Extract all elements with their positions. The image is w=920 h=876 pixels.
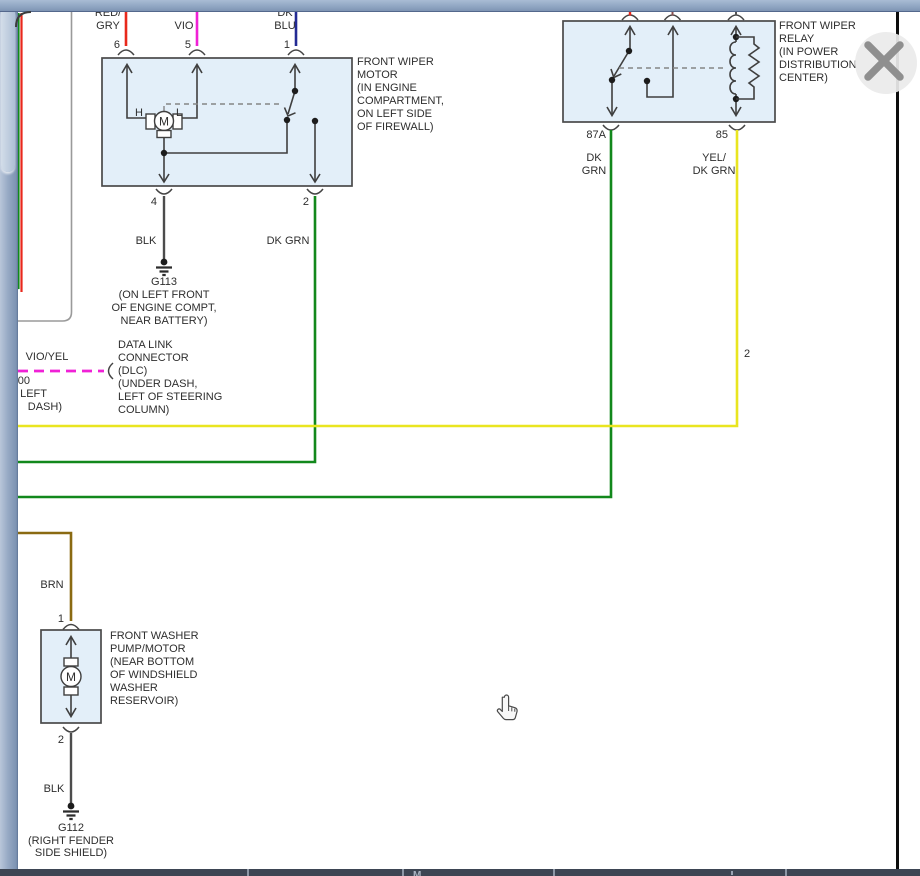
tab-divider [402,869,404,876]
wiring-schematic: RED/ GRY VIO DK BLU 6 5 1 [0,0,920,876]
clipped-tab-label: M [413,871,421,876]
wire-label-vio-yel: VIO/YEL [26,351,69,363]
pin-connector-arc [63,625,79,630]
ground-id-g113: G113 [151,276,177,288]
svg-text:(DLC): (DLC) [118,365,147,377]
wire-brn [18,533,71,621]
wiper-relay-name: FRONT WIPER RELAY (IN POWER DISTRIBUTION… [779,20,857,84]
pin-2-label-yellow-wire: 2 [744,348,750,360]
high-speed-label: H [135,107,143,119]
wire-label-dk-grn: DK GRN [267,235,310,247]
pin-4-label: 4 [151,196,157,208]
ground-location: (RIGHT FENDER [28,835,114,847]
ground-id-g112: G112 [58,822,84,834]
offscreen-component-box [15,12,72,321]
front-washer-pump: BRN 1 M FRONT WASHER PUMP/MOTOR (NEAR BO… [18,533,199,859]
ground-symbol-g113 [156,259,172,275]
pin-87a-label: 87A [586,129,606,141]
junction-dot [161,150,167,156]
svg-text:MOTOR: MOTOR [357,69,398,81]
wiring-diagram-viewer: RED/ GRY VIO DK BLU 6 5 1 [0,0,920,876]
wire-label-blk: BLK [136,235,157,247]
low-speed-label: L [176,107,182,119]
wire-label-dk-grn-1: DK [586,152,602,164]
wiper-relay-box [563,21,775,122]
svg-text:(UNDER DASH,: (UNDER DASH, [118,378,197,390]
wire-label-brn: BRN [40,579,63,591]
pin-1-label: 1 [58,613,64,625]
bottom-tab-bar[interactable]: M [0,869,920,876]
wire-label-yel-2: DK GRN [693,165,736,177]
svg-text:DATA LINK: DATA LINK [118,339,173,351]
relay-contact-dot [644,78,650,84]
svg-text:RELAY: RELAY [779,33,815,45]
pin-connector-arcs [156,189,323,194]
switch-contact-dot [312,118,318,124]
wire-label-dk-blu-2: BLU [274,20,295,32]
pin-2-label: 2 [58,734,64,746]
pin-5-label: 5 [185,39,191,51]
pin-6-label: 6 [114,39,120,51]
svg-text:OF WINDSHIELD: OF WINDSHIELD [110,669,197,681]
ground-symbol-g112 [63,803,79,819]
svg-text:(IN ENGINE: (IN ENGINE [357,82,417,94]
left-scrollbar-track[interactable] [0,12,18,869]
svg-text:(NEAR BOTTOM: (NEAR BOTTOM [110,656,194,668]
svg-text:LEFT OF STEERING: LEFT OF STEERING [118,391,222,403]
relay-contact-dot [626,48,632,54]
relay-contact-dot [609,77,615,83]
scrollbar-thumb[interactable] [1,12,15,172]
motor-letter: M [159,115,169,129]
tab-divider [247,869,249,876]
wire-label-red-gry-2: GRY [96,20,120,32]
switch-contact-dot [284,117,290,123]
data-link-connector: VIO/YEL DATA LINK CONNECTOR (DLC) (UNDER… [8,339,222,416]
tab-divider [785,869,787,876]
ground-location: SIDE SHIELD) [35,847,107,859]
connector-arc [109,363,114,379]
ground-location: OF ENGINE COMPT, [111,302,216,314]
pin-connector-arc [63,727,79,732]
svg-text:PUMP/MOTOR: PUMP/MOTOR [110,643,186,655]
wire-label-yel-1: YEL/ [702,152,727,164]
svg-text:CENTER): CENTER) [779,72,828,84]
svg-text:FRONT WASHER: FRONT WASHER [110,630,199,642]
wire-label-vio: VIO [175,20,194,32]
pin-2-label: 2 [303,196,309,208]
svg-text:RESERVOIR): RESERVOIR) [110,695,178,707]
close-button[interactable] [855,32,917,94]
svg-text:OF FIREWALL): OF FIREWALL) [357,121,434,133]
svg-text:(IN POWER: (IN POWER [779,46,838,58]
svg-text:DISTRIBUTION: DISTRIBUTION [779,59,857,71]
dlc-name: DATA LINK CONNECTOR (DLC) (UNDER DASH, L… [118,339,222,416]
diagram-right-border [896,12,899,869]
svg-text:00: 00 [18,375,30,387]
wire-label-dk-grn-2: GRN [582,165,607,177]
svg-text:DASH): DASH) [28,401,62,413]
switch-contact-dot [292,88,298,94]
pin-1-label: 1 [284,39,290,51]
ground-location: (ON LEFT FRONT [119,289,210,301]
svg-text:FRONT WIPER: FRONT WIPER [357,56,434,68]
close-icon [855,32,917,94]
pin-85-label: 85 [716,129,728,141]
clipped-tab-mark [731,871,733,875]
svg-text:ON LEFT SIDE: ON LEFT SIDE [357,108,432,120]
pin-connector-arcs [118,50,304,55]
svg-text:COMPARTMENT,: COMPARTMENT, [357,95,444,107]
svg-text:WASHER: WASHER [110,682,158,694]
motor-letter: M [66,670,76,684]
svg-text:COLUMN): COLUMN) [118,404,169,416]
svg-text:FRONT WIPER: FRONT WIPER [779,20,856,32]
washer-pump-name: FRONT WASHER PUMP/MOTOR (NEAR BOTTOM OF … [110,630,199,707]
wiper-motor-name: FRONT WIPER MOTOR (IN ENGINE COMPARTMENT… [357,56,444,133]
washer-motor-symbol: M [61,658,81,695]
front-wiper-motor: RED/ GRY VIO DK BLU 6 5 1 [18,7,444,462]
pin-connector-arcs [622,15,744,20]
ground-location: NEAR BATTERY) [121,315,208,327]
tab-divider [553,869,555,876]
svg-text:CONNECTOR: CONNECTOR [118,352,189,364]
wire-label-blk: BLK [44,783,65,795]
window-top-border [0,0,920,12]
